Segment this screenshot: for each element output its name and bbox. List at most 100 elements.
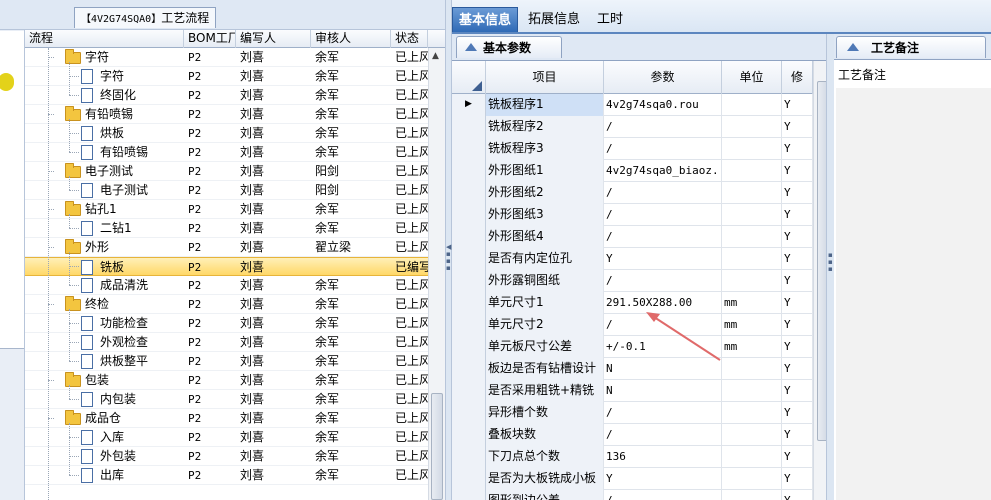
tree-step-row[interactable]: 外包装 P2 刘喜 余军 已上风: [25, 447, 428, 466]
tree-node[interactable]: 字符: [81, 67, 124, 86]
tree-node[interactable]: 出库: [81, 466, 124, 485]
tree-node[interactable]: 成品清洗: [81, 276, 148, 295]
param-row[interactable]: 单元尺寸1 291.50X288.00 mm Y: [452, 292, 813, 314]
param-unit-cell[interactable]: [722, 94, 782, 116]
row-indicator[interactable]: [452, 270, 486, 292]
param-modify-cell[interactable]: Y: [782, 138, 813, 160]
param-unit-cell[interactable]: [722, 358, 782, 380]
param-unit-cell[interactable]: [722, 270, 782, 292]
param-row[interactable]: 是否为大板铣成小板 Y Y: [452, 468, 813, 490]
tree-step-row[interactable]: 外观检查 P2 刘喜 余军 已上风: [25, 333, 428, 352]
tree-grid-scrollbar[interactable]: ▲: [428, 48, 445, 500]
tab-extended-info[interactable]: 拓展信息: [522, 7, 586, 32]
tree-step-row[interactable]: 电子测试 P2 刘喜 阳剑 已上风: [25, 181, 428, 200]
row-indicator[interactable]: [452, 314, 486, 336]
tree-node[interactable]: 外包装: [81, 447, 136, 466]
param-value-cell[interactable]: /: [604, 226, 722, 248]
col-header-bom-factory[interactable]: BOM工厂: [184, 30, 236, 48]
param-value-cell[interactable]: 4v2g74sqa0_biaoz...: [604, 160, 722, 182]
param-value-cell[interactable]: 136: [604, 446, 722, 468]
tree-group-row[interactable]: −成品仓 P2 刘喜 余军 已上风: [25, 409, 428, 428]
tree-node[interactable]: −外形: [65, 238, 109, 257]
tree-node[interactable]: 铣板: [81, 258, 124, 277]
param-modify-cell[interactable]: Y: [782, 424, 813, 446]
status-pill-icon[interactable]: [0, 73, 14, 91]
param-row[interactable]: 图形到边公差/ Y: [452, 490, 813, 500]
basic-params-tab[interactable]: 基本参数: [456, 36, 563, 58]
param-modify-cell[interactable]: Y: [782, 402, 813, 424]
param-value-cell[interactable]: /: [604, 116, 722, 138]
col-header-reviewer[interactable]: 审核人: [311, 30, 391, 48]
param-modify-cell[interactable]: Y: [782, 204, 813, 226]
param-unit-cell[interactable]: [722, 116, 782, 138]
tree-group-row[interactable]: −包装 P2 刘喜 余军 已上风: [25, 371, 428, 390]
param-row[interactable]: 铣板程序3/ Y: [452, 138, 813, 160]
param-value-cell[interactable]: Y: [604, 248, 722, 270]
row-indicator[interactable]: [452, 424, 486, 446]
tree-node[interactable]: −包装: [65, 371, 109, 390]
param-unit-cell[interactable]: [722, 248, 782, 270]
param-modify-cell[interactable]: Y: [782, 160, 813, 182]
col-header-item[interactable]: 项目: [486, 61, 604, 94]
row-indicator[interactable]: [452, 358, 486, 380]
param-row[interactable]: 铣板程序2/ Y: [452, 116, 813, 138]
notes-splitter-grip-icon[interactable]: ▪ ▪ ▪: [828, 252, 833, 273]
param-value-cell[interactable]: N: [604, 358, 722, 380]
param-row[interactable]: ▶ 铣板程序1 4v2g74sqa0.rou Y: [452, 94, 813, 116]
row-indicator[interactable]: [452, 336, 486, 358]
param-modify-cell[interactable]: Y: [782, 116, 813, 138]
tree-step-row[interactable]: 功能检查 P2 刘喜 余军 已上风: [25, 314, 428, 333]
tree-step-row[interactable]: 烘板整平 P2 刘喜 余军 已上风: [25, 352, 428, 371]
tree-step-row[interactable]: 终固化 P2 刘喜 余军 已上风: [25, 86, 428, 105]
process-notes-tab[interactable]: 工艺备注: [836, 36, 986, 58]
param-value-cell[interactable]: 291.50X288.00: [604, 292, 722, 314]
row-indicator[interactable]: [452, 182, 486, 204]
param-modify-cell[interactable]: Y: [782, 94, 813, 116]
param-row[interactable]: 下刀点总个数 136 Y: [452, 446, 813, 468]
param-unit-cell[interactable]: [722, 138, 782, 160]
row-indicator[interactable]: [452, 468, 486, 490]
param-modify-cell[interactable]: Y: [782, 468, 813, 490]
param-modify-cell[interactable]: Y: [782, 358, 813, 380]
param-modify-cell[interactable]: Y: [782, 270, 813, 292]
scroll-up-arrow-icon[interactable]: ▲: [432, 51, 439, 61]
tree-step-row[interactable]: 入库 P2 刘喜 余军 已上风: [25, 428, 428, 447]
param-unit-cell[interactable]: [722, 160, 782, 182]
process-notes-textarea[interactable]: [836, 88, 991, 500]
tree-node[interactable]: 烘板: [81, 124, 124, 143]
tree-step-row[interactable]: 铣板 P2 刘喜 已编写: [25, 257, 428, 276]
param-value-cell[interactable]: /: [604, 204, 722, 226]
tree-step-row[interactable]: 内包装 P2 刘喜 余军 已上风: [25, 390, 428, 409]
row-indicator[interactable]: [452, 116, 486, 138]
tree-node[interactable]: 电子测试: [81, 181, 148, 200]
param-row[interactable]: 外形图纸1 4v2g74sqa0_biaoz... Y: [452, 160, 813, 182]
tab-process-flow[interactable]: 【4V2G74SQA0】工艺流程: [74, 7, 217, 28]
param-row[interactable]: 异形槽个数 / Y: [452, 402, 813, 424]
tree-node[interactable]: 外观检查: [81, 333, 148, 352]
param-value-cell[interactable]: Y: [604, 468, 722, 490]
tree-node[interactable]: 烘板整平: [81, 352, 148, 371]
row-indicator[interactable]: [452, 138, 486, 160]
param-row[interactable]: 外形图纸4/ Y: [452, 226, 813, 248]
param-modify-cell[interactable]: Y: [782, 380, 813, 402]
param-value-cell[interactable]: +/-0.1: [604, 336, 722, 358]
param-row[interactable]: 板边是否有钻槽设计 N Y: [452, 358, 813, 380]
col-header-modify[interactable]: 修: [782, 61, 813, 94]
tree-step-row[interactable]: 成品清洗 P2 刘喜 余军 已上风: [25, 276, 428, 295]
param-value-cell[interactable]: N: [604, 380, 722, 402]
param-unit-cell[interactable]: [722, 182, 782, 204]
tree-step-row[interactable]: 出库 P2 刘喜 余军 已上风: [25, 466, 428, 485]
panel-collapse-icon[interactable]: [465, 43, 477, 51]
param-unit-cell[interactable]: [722, 490, 782, 500]
vertical-splitter[interactable]: ◀ ▪ ▪ ▪: [445, 0, 452, 500]
tree-grid-scroll-thumb[interactable]: [431, 393, 443, 500]
col-header-value[interactable]: 参数: [604, 61, 722, 94]
param-unit-cell[interactable]: mm: [722, 336, 782, 358]
param-modify-cell[interactable]: Y: [782, 182, 813, 204]
param-modify-cell[interactable]: Y: [782, 336, 813, 358]
param-value-cell[interactable]: 4v2g74sqa0.rou: [604, 94, 722, 116]
tree-node[interactable]: −字符: [65, 48, 109, 67]
tree-step-row[interactable]: 烘板 P2 刘喜 余军 已上风: [25, 124, 428, 143]
row-indicator[interactable]: [452, 204, 486, 226]
row-indicator[interactable]: [452, 292, 486, 314]
